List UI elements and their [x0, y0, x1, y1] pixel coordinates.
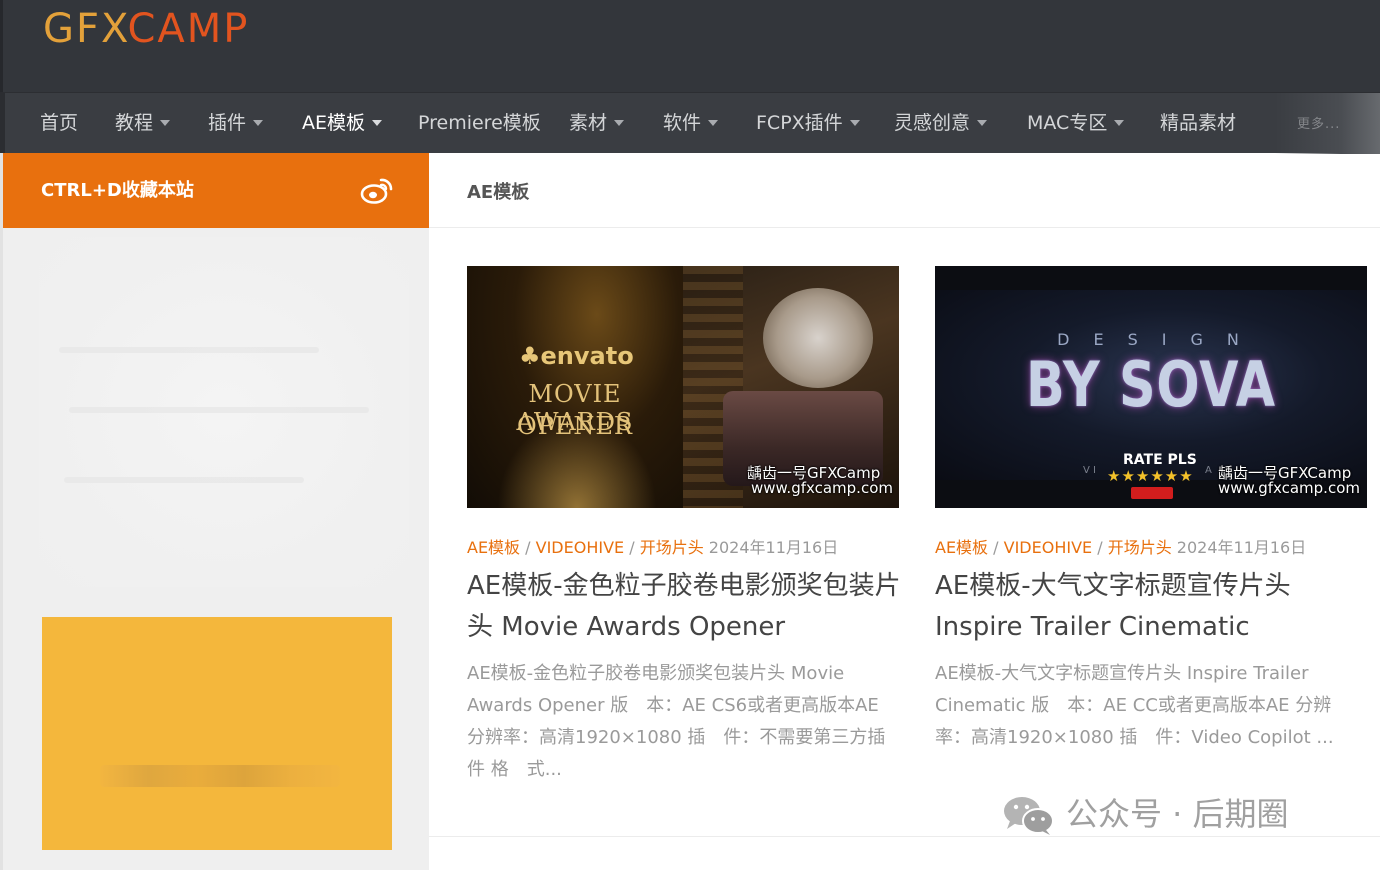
site-logo[interactable]: GFXCAMP	[43, 6, 249, 52]
main-nav: 首页 教程 插件 AE模板 Premiere模板 素材 软件 FCPX插件 灵感…	[0, 92, 1380, 154]
post-excerpt: AE模板-金色粒子胶卷电影颁奖包装片头 Movie Awards Opener …	[467, 663, 886, 780]
nav-item-premium-materials[interactable]: 精品素材	[1160, 93, 1236, 154]
chevron-down-icon	[160, 119, 171, 126]
thumb-watermark-url: www.gfxcamp.com	[751, 479, 893, 497]
post-title[interactable]: AE模板-金色粒子胶卷电影颁奖包装片头 Movie Awards Opener	[467, 566, 907, 648]
envato-logo: ♣envato	[519, 342, 634, 370]
page-title: AE模板	[467, 182, 530, 203]
chevron-down-icon	[708, 119, 719, 126]
logo-text-gfx: GFX	[43, 6, 128, 52]
divider	[429, 836, 1380, 837]
post-date: 2024年11月16日	[708, 538, 839, 557]
category-link[interactable]: AE模板	[935, 538, 988, 557]
category-link[interactable]: VIDEOHIVE	[536, 538, 625, 557]
category-link[interactable]: VIDEOHIVE	[1004, 538, 1093, 557]
post-excerpt: AE模板-大气文字标题宣传片头 Inspire Trailer Cinemati…	[935, 663, 1334, 748]
nav-overflow-text: 更多...	[1297, 117, 1341, 132]
thumb-watermark-url: www.gfxcamp.com	[1218, 479, 1360, 497]
post-date: 2024年11月16日	[1176, 538, 1307, 557]
post-meta: AE模板 / VIDEOHIVE / 开场片头 2024年11月16日	[935, 538, 1307, 557]
portrait-image	[763, 288, 873, 388]
nav-item-fcpx-plugins[interactable]: FCPX插件	[756, 93, 860, 154]
nav-item-mac-zone[interactable]: MAC专区	[1027, 93, 1125, 154]
category-link[interactable]: 开场片头	[1108, 538, 1172, 557]
weibo-icon[interactable]	[360, 175, 394, 205]
post-thumbnail[interactable]: ♣envato MOVIE AWARDS OPENER 龋齿一号GFXCamp …	[467, 266, 899, 508]
sidebar: CTRL+D收藏本站	[0, 153, 429, 870]
sidebar-ad-placeholder	[39, 237, 409, 587]
wechat-icon	[1004, 797, 1054, 835]
nav-item-inspiration[interactable]: 灵感创意	[894, 93, 988, 154]
post-title[interactable]: AE模板-大气文字标题宣传片头 Inspire Trailer Cinemati…	[935, 566, 1375, 648]
logo-text-camp: CAMP	[127, 6, 250, 52]
post-card: ♣envato MOVIE AWARDS OPENER 龋齿一号GFXCamp …	[467, 266, 901, 780]
post-card: DESIGN BY SOVA V I A RATE PLS ★★★★★★ 龋齿一…	[935, 266, 1367, 748]
category-link[interactable]: 开场片头	[640, 538, 704, 557]
site-header: GFXCAMP	[0, 0, 1380, 92]
divider	[429, 227, 1380, 228]
chevron-down-icon	[1114, 119, 1125, 126]
nav-overflow[interactable]: 更多...	[1275, 93, 1380, 154]
post-meta: AE模板 / VIDEOHIVE / 开场片头 2024年11月16日	[467, 538, 839, 557]
nav-item-premiere-templates[interactable]: Premiere模板	[418, 93, 541, 154]
nav-item-ae-templates[interactable]: AE模板	[302, 93, 383, 154]
sidebar-promo-banner[interactable]	[42, 617, 392, 850]
watermark-text: 公众号 · 后期圈	[1066, 795, 1289, 833]
nav-item-plugins[interactable]: 插件	[208, 93, 264, 154]
chevron-down-icon	[849, 119, 860, 126]
chevron-down-icon	[372, 119, 383, 126]
post-thumbnail[interactable]: DESIGN BY SOVA V I A RATE PLS ★★★★★★ 龋齿一…	[935, 266, 1367, 508]
category-link[interactable]: AE模板	[467, 538, 520, 557]
star-rating: ★★★★★★	[1107, 467, 1194, 485]
subscribe-badge	[1131, 487, 1173, 499]
nav-item-software[interactable]: 软件	[663, 93, 719, 154]
chevron-down-icon	[253, 119, 264, 126]
bookmark-text: CTRL+D收藏本站	[41, 180, 194, 201]
bookmark-bar[interactable]: CTRL+D收藏本站	[3, 153, 429, 228]
nav-item-materials[interactable]: 素材	[569, 93, 625, 154]
chevron-down-icon	[977, 119, 988, 126]
nav-item-home[interactable]: 首页	[40, 93, 78, 154]
chevron-down-icon	[614, 119, 625, 126]
nav-item-tutorials[interactable]: 教程	[115, 93, 171, 154]
